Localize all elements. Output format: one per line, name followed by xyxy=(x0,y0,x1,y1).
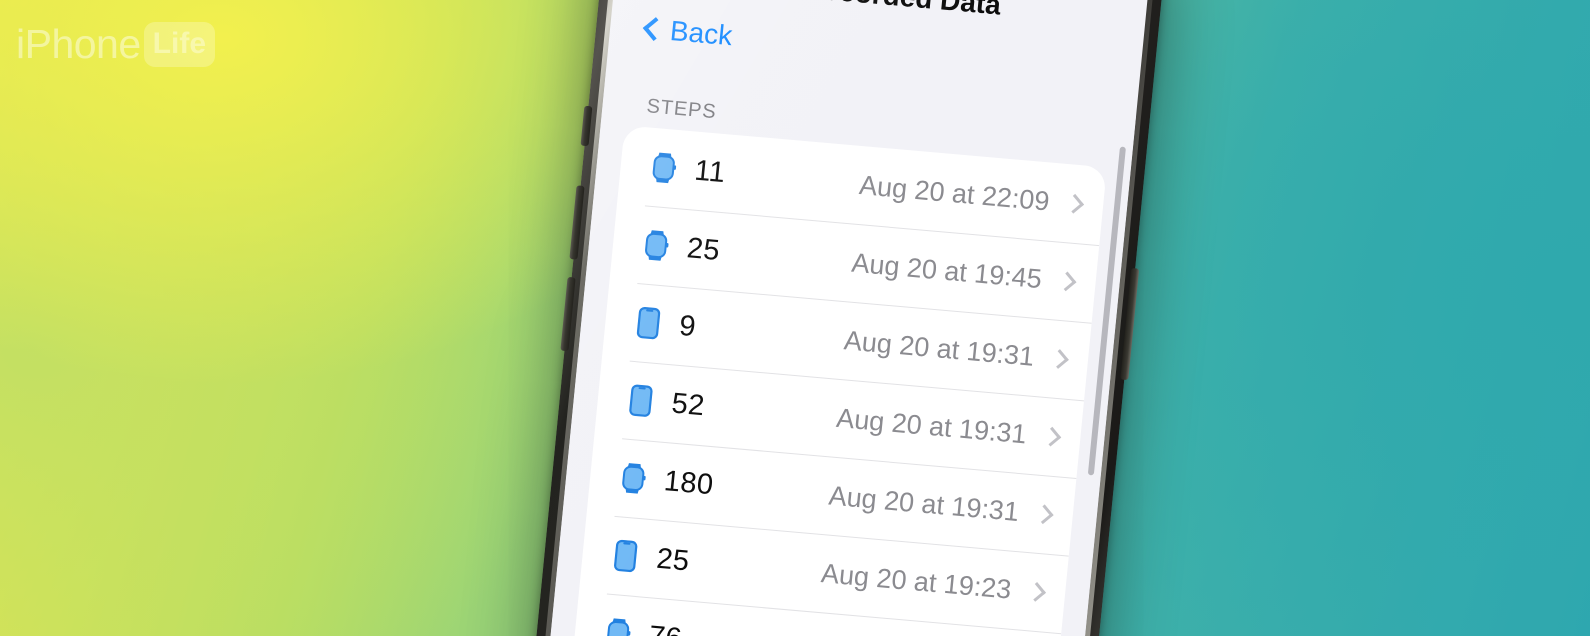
watermark-brand-badge: Life xyxy=(143,22,216,67)
row-meta: Aug 20 at 19:23 xyxy=(820,558,1067,610)
row-timestamp: Aug 20 at 19:45 xyxy=(850,247,1044,294)
chevron-right-icon xyxy=(1041,426,1062,447)
phone-screen: 09:00 Edit All Recorded Data Back STEPS … xyxy=(515,0,1156,636)
apple-watch-icon xyxy=(647,150,680,186)
row-step-count: 11 xyxy=(693,154,727,189)
row-timestamp: Aug 20 at 19:31 xyxy=(827,480,1021,527)
row-step-count: 52 xyxy=(670,387,707,422)
row-timestamp: Aug 20 at 19:31 xyxy=(842,324,1036,372)
chevron-right-icon xyxy=(1033,504,1054,525)
row-step-count: 180 xyxy=(662,464,715,501)
row-meta: Aug 20 at 19:31 xyxy=(827,480,1074,532)
apple-watch-icon xyxy=(640,227,673,263)
iphone-device: 09:00 Edit All Recorded Data Back STEPS … xyxy=(499,0,1171,636)
row-step-count: 25 xyxy=(655,542,691,577)
row-step-count: 76 xyxy=(647,620,683,636)
chevron-right-icon xyxy=(1026,582,1047,602)
content-area: STEPS 11 Aug 20 at 22:09 25 Aug 20 at 19:45… xyxy=(515,69,1137,636)
row-meta: Aug 20 at 22:09 xyxy=(858,170,1105,222)
row-meta: Aug 20 at 19:45 xyxy=(850,247,1097,299)
iphonelife-watermark: iPhone Life xyxy=(16,21,216,67)
screenshot-stage: iPhone Life 09:00 Edit All Recorded Dat xyxy=(0,0,1590,636)
watermark-brand-primary: iPhone xyxy=(16,21,141,67)
row-meta: Aug 20 at 19:31 xyxy=(843,325,1090,377)
chevron-left-icon xyxy=(642,17,667,42)
chevron-right-icon xyxy=(1056,271,1077,292)
iphone-icon xyxy=(624,383,657,419)
back-button-label: Back xyxy=(668,14,734,52)
iphone-icon xyxy=(632,305,665,341)
apple-watch-icon xyxy=(617,460,650,496)
row-step-count: 9 xyxy=(677,309,698,343)
records-list: 11 Aug 20 at 22:09 25 Aug 20 at 19:45 9 Aug 2… xyxy=(515,125,1107,636)
row-step-count: 25 xyxy=(685,231,722,267)
back-button[interactable]: Back xyxy=(642,13,734,52)
iphone-icon xyxy=(609,538,642,574)
row-timestamp: Aug 20 at 19:23 xyxy=(819,557,1013,605)
row-timestamp: Aug 20 at 19:31 xyxy=(835,402,1028,449)
row-timestamp: Aug 20 at 22:09 xyxy=(857,169,1051,217)
chevron-right-icon xyxy=(1049,349,1069,369)
chevron-right-icon xyxy=(1064,193,1085,214)
phone-frame: 09:00 Edit All Recorded Data Back STEPS … xyxy=(499,0,1171,636)
section-header-steps: STEPS xyxy=(645,95,718,124)
apple-watch-icon xyxy=(601,615,634,636)
watermark-brand-secondary: Life xyxy=(152,27,207,60)
page-title: All Recorded Data xyxy=(759,0,1002,22)
row-meta: Aug 20 at 19:31 xyxy=(835,402,1082,454)
